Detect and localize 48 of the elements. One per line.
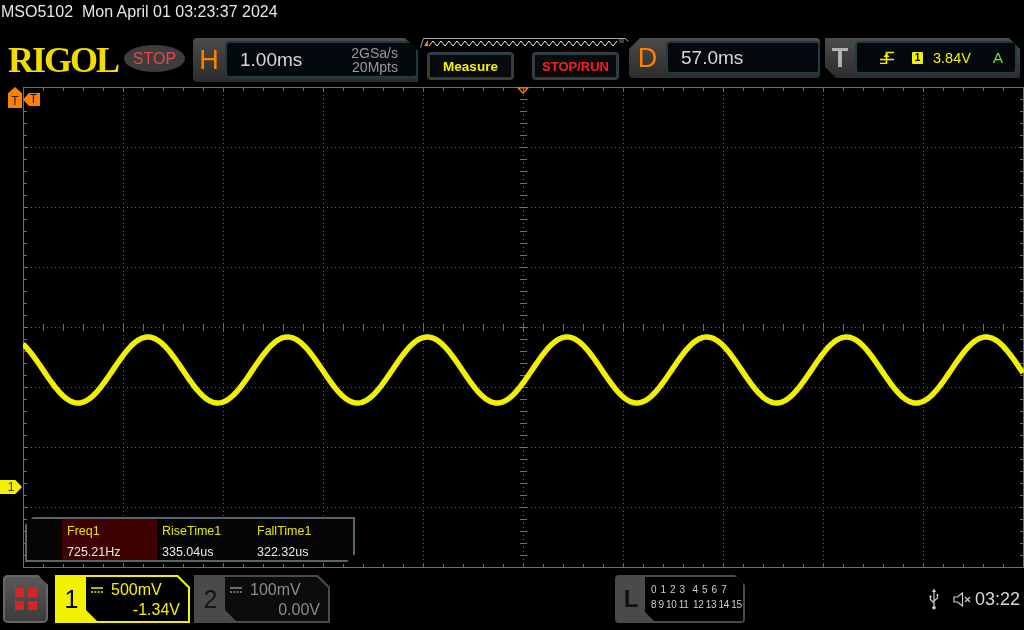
volts-per-div: 500mV xyxy=(111,581,162,599)
channel-panel[interactable]: 1 500mV -1.34V xyxy=(55,575,190,623)
channel-marker: 1 xyxy=(0,480,22,494)
volts-per-div: 100mV xyxy=(250,581,301,599)
trigger-letter: T xyxy=(830,43,850,73)
measurement-label: FallTime1 xyxy=(257,524,313,538)
measurement-label: Freq1 xyxy=(67,524,101,538)
measurement-label: RiseTime1 xyxy=(162,524,223,538)
channel-number: 1 xyxy=(63,583,80,615)
horizontal-letter: H xyxy=(198,45,220,75)
delay-value: 57.0ms xyxy=(681,46,744,69)
triangle-marker-icon xyxy=(517,87,529,94)
delay-panel[interactable]: D 57.0ms xyxy=(629,38,820,78)
speaker-muted-icon xyxy=(952,591,971,607)
window-title: MSO5102 Mon April 01 03:23:37 2024 xyxy=(1,3,278,20)
measure-button[interactable]: Measure xyxy=(427,52,514,80)
digital-channel-numbers: 8 9 10 11 12 13 14 15 xyxy=(651,598,743,612)
horizontal-panel[interactable]: H 1.00ms 2GSa/s 20Mpts xyxy=(193,38,418,82)
measurement-column[interactable]: FallTime1 322.32us xyxy=(252,519,347,560)
dc-coupling-icon xyxy=(230,587,242,593)
timebase-value: 1.00ms xyxy=(240,48,303,71)
logic-panel[interactable]: L 0 1 2 3 4 5 6 7 8 9 10 11 12 13 14 15 xyxy=(615,575,745,623)
digital-channel-numbers: 0 1 2 3 4 5 6 7 xyxy=(651,583,729,597)
brand-logo: RIGOL xyxy=(8,42,120,78)
sample-rate: 2GSa/s xyxy=(351,45,398,60)
delay-letter: D xyxy=(636,43,659,73)
trigger-source: 1 xyxy=(912,51,923,64)
measurement-column[interactable]: Freq1 725.21Hz xyxy=(62,519,157,560)
measurement-value: 322.32us xyxy=(257,545,310,559)
measurement-column[interactable]: RiseTime1 335.04us xyxy=(157,519,252,560)
memory-depth: 20Mpts xyxy=(352,59,398,74)
measurement-value: 335.04us xyxy=(162,545,215,559)
trigger-mode: A xyxy=(993,49,1003,66)
trigger-level: 3.84V xyxy=(933,49,971,66)
rising-edge-icon xyxy=(880,51,894,64)
menu-button[interactable] xyxy=(3,575,48,623)
trigger-panel[interactable]: T 1 3.84V A xyxy=(825,38,1020,78)
logic-letter: L xyxy=(622,584,640,614)
channel-offset: -1.34V xyxy=(132,601,180,619)
clock-time: 03:22 xyxy=(974,588,1020,610)
usb-icon xyxy=(928,588,939,610)
trigger-position-marker: T xyxy=(8,87,22,108)
measurement-value: 725.21Hz xyxy=(67,545,122,559)
stop-run-button[interactable]: STOP/RUN xyxy=(532,52,619,80)
squares-grid-icon xyxy=(14,588,37,610)
channel-offset: 0.00V xyxy=(278,601,320,619)
run-state-indicator: STOP xyxy=(124,45,185,72)
dc-coupling-icon xyxy=(91,587,103,593)
